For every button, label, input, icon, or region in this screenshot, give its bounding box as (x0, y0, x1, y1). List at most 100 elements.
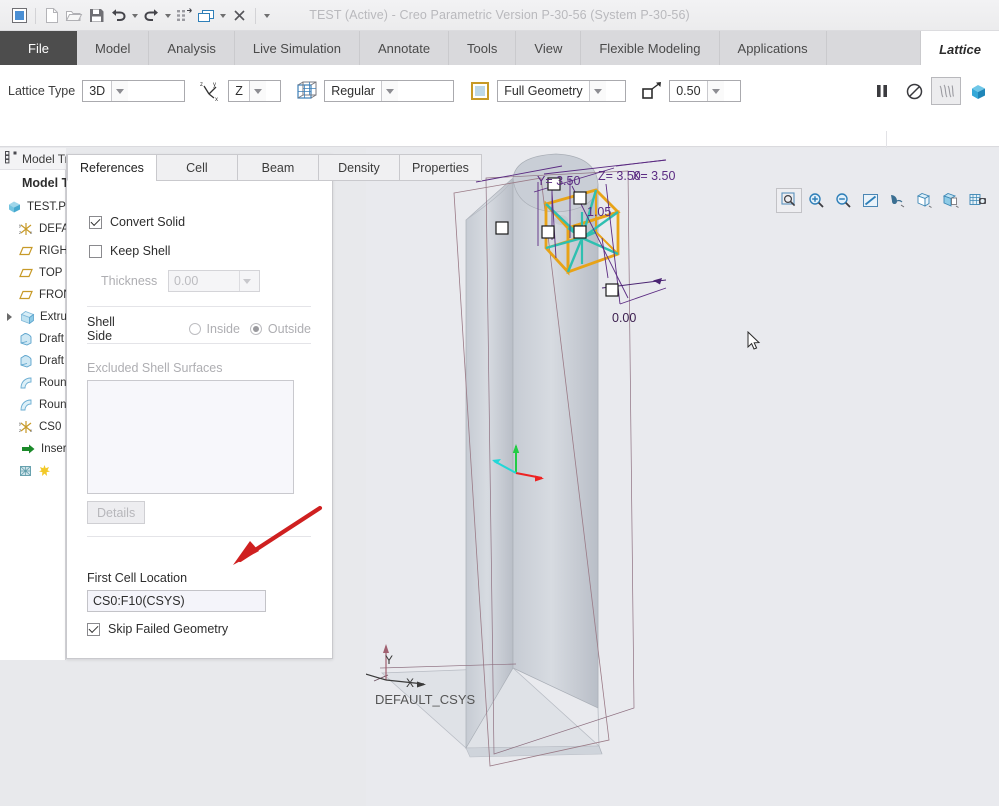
redo-icon[interactable] (140, 5, 162, 27)
shell-side-inside-label: Inside (206, 322, 240, 336)
chevron-down-icon[interactable] (248, 81, 266, 101)
tab-density[interactable]: Density (317, 154, 400, 181)
ribbon-tab-view[interactable]: View (516, 31, 582, 65)
preview-lattice-button[interactable] (931, 77, 961, 105)
tab-properties[interactable]: Properties (398, 154, 482, 181)
ribbon-tab-annotate[interactable]: Annotate (360, 31, 450, 65)
model-tree-title: Model Tree (22, 176, 66, 190)
zoom-in-icon[interactable] (803, 188, 829, 213)
chevron-down-icon[interactable] (111, 81, 129, 101)
axis-value: Z (235, 84, 243, 98)
undo-icon[interactable] (107, 5, 129, 27)
thickness-input[interactable]: 0.00 (168, 270, 260, 292)
dimension-label-x[interactable]: X= 3.50 (632, 169, 675, 183)
open-folder-icon[interactable] (63, 5, 85, 27)
tab-cell[interactable]: Cell (155, 154, 238, 181)
tree-item-draft-2[interactable]: Draft 2 (0, 350, 66, 372)
window-dropdown-icon[interactable] (217, 5, 228, 27)
customize-qat-icon[interactable] (261, 5, 272, 27)
pause-button[interactable] (867, 77, 897, 105)
regenerate-icon[interactable] (173, 5, 195, 27)
graphics-viewport[interactable]: Y= 3.50 Z= 3.50 X= 3.50 1.05 0.00 Y X DE… (366, 148, 999, 806)
tree-item-part[interactable]: TEST.PRT (0, 196, 66, 218)
cell-size-input[interactable]: 0.50 (669, 80, 742, 102)
ribbon-tab-flexible-modeling[interactable]: Flexible Modeling (581, 31, 720, 65)
convert-solid-checkbox[interactable] (89, 215, 102, 229)
chevron-down-icon[interactable] (380, 81, 398, 101)
zoom-to-fit-icon[interactable] (776, 188, 802, 213)
ribbon-tab-model[interactable]: Model (77, 31, 150, 65)
save-icon[interactable] (85, 5, 107, 27)
ribbon-tab-applications[interactable]: Applications (719, 31, 827, 65)
ribbon-tab-analysis[interactable]: Analysis (149, 31, 235, 65)
extrude-icon (19, 310, 36, 324)
geometry-select[interactable]: Full Geometry (497, 80, 627, 102)
tree-item-right[interactable]: RIGHT (0, 240, 66, 262)
chevron-down-icon[interactable] (239, 271, 254, 291)
app-logo-icon[interactable] (8, 5, 30, 27)
model-tree-header[interactable]: Model Tree (0, 148, 66, 170)
ribbon-tab-tools[interactable]: Tools (449, 31, 517, 65)
lattice-type-select[interactable]: 3D (82, 80, 186, 102)
close-window-icon[interactable] (228, 5, 250, 27)
tree-item-top[interactable]: TOP (0, 262, 66, 284)
dimension-label-y[interactable]: Y= 3.50 (537, 174, 580, 188)
axis-select[interactable]: Z (228, 80, 282, 102)
shell-side-inside-radio[interactable] (188, 323, 201, 335)
keep-shell-label: Keep Shell (110, 244, 171, 258)
tree-item-cs0[interactable]: yzx CS0 (0, 416, 66, 438)
chevron-down-icon[interactable] (706, 81, 724, 101)
tab-beam[interactable]: Beam (236, 154, 319, 181)
dimension-label-zero[interactable]: 0.00 (612, 311, 636, 325)
tree-item-default-csys[interactable]: yzx DEFAULT_CSYS (0, 218, 66, 240)
tree-item-label: DEFAULT_CSYS (39, 223, 66, 235)
datum-display-icon[interactable] (884, 188, 910, 213)
shell-side-outside-radio[interactable] (249, 323, 262, 335)
first-cell-location-label: First Cell Location (87, 571, 188, 585)
tree-item-round-1[interactable]: Round 1 (0, 372, 66, 394)
model-tree-list: TEST.PRT yzx DEFAULT_CSYS RIGHT TOP (0, 196, 66, 482)
saved-orientations-icon[interactable] (938, 188, 964, 213)
dashboard-tab-strip: References Cell Beam Density Properties (67, 154, 530, 181)
lattice-type-value: 3D (89, 84, 106, 98)
undo-dropdown-icon[interactable] (129, 5, 140, 27)
excluded-shell-surfaces-list[interactable] (87, 380, 294, 494)
tree-item-front[interactable]: FRONT (0, 284, 66, 306)
tree-item-lattice[interactable] (0, 460, 66, 482)
tree-item-extrude[interactable]: Extrude 1 (0, 306, 66, 328)
zoom-out-icon[interactable] (830, 188, 856, 213)
details-button[interactable]: Details (87, 501, 146, 524)
lattice-grid-icon (293, 79, 321, 103)
accept-button[interactable] (963, 77, 993, 105)
tree-item-round-2[interactable]: Round 2 (0, 394, 66, 416)
cell-pattern-select[interactable]: Regular (324, 80, 455, 102)
chevron-down-icon[interactable] (588, 81, 606, 101)
new-document-icon[interactable] (41, 5, 63, 27)
tab-references[interactable]: References (67, 154, 157, 181)
cancel-button[interactable] (899, 77, 929, 105)
skip-failed-geometry-checkbox[interactable] (87, 622, 100, 636)
keep-shell-row[interactable]: Keep Shell (89, 244, 170, 258)
display-style-icon[interactable] (911, 188, 937, 213)
ribbon-tab-lattice[interactable]: Lattice (921, 31, 999, 65)
redo-dropdown-icon[interactable] (162, 5, 173, 27)
tree-item-insert-here[interactable]: Insert Here (0, 438, 66, 460)
ribbon-tab-live-simulation[interactable]: Live Simulation (234, 31, 360, 65)
skip-failed-geometry-row[interactable]: Skip Failed Geometry (87, 622, 228, 636)
chevron-right-icon[interactable] (3, 313, 15, 321)
convert-solid-row[interactable]: Convert Solid (89, 215, 185, 229)
dimension-label-cell[interactable]: 1.05 (587, 205, 611, 219)
divider-1 (87, 306, 311, 307)
csys-name-label: DEFAULT_CSYS (375, 692, 476, 707)
tree-item-draft-1[interactable]: Draft 1 (0, 328, 66, 350)
shell-side-row: Shell Side Inside Outside (87, 315, 311, 343)
first-cell-location-input[interactable]: CS0:F10(CSYS) (87, 590, 266, 612)
view-manager-icon[interactable] (965, 188, 991, 213)
keep-shell-checkbox[interactable] (89, 244, 102, 258)
repaint-icon[interactable] (857, 188, 883, 213)
creo-parametric-window: TEST (Active) - Creo Parametric Version … (0, 0, 999, 806)
tree-item-label: TOP (39, 267, 63, 279)
ribbon-tab-file[interactable]: File (0, 31, 77, 65)
window-icon[interactable] (195, 5, 217, 27)
round-icon (18, 376, 35, 390)
